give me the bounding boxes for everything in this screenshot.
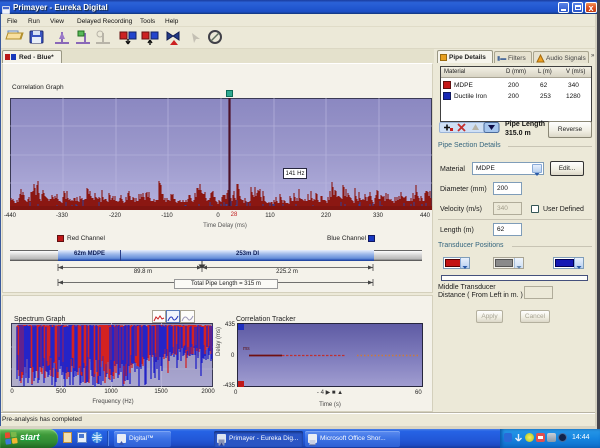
svg-text:ms: ms xyxy=(243,346,250,352)
